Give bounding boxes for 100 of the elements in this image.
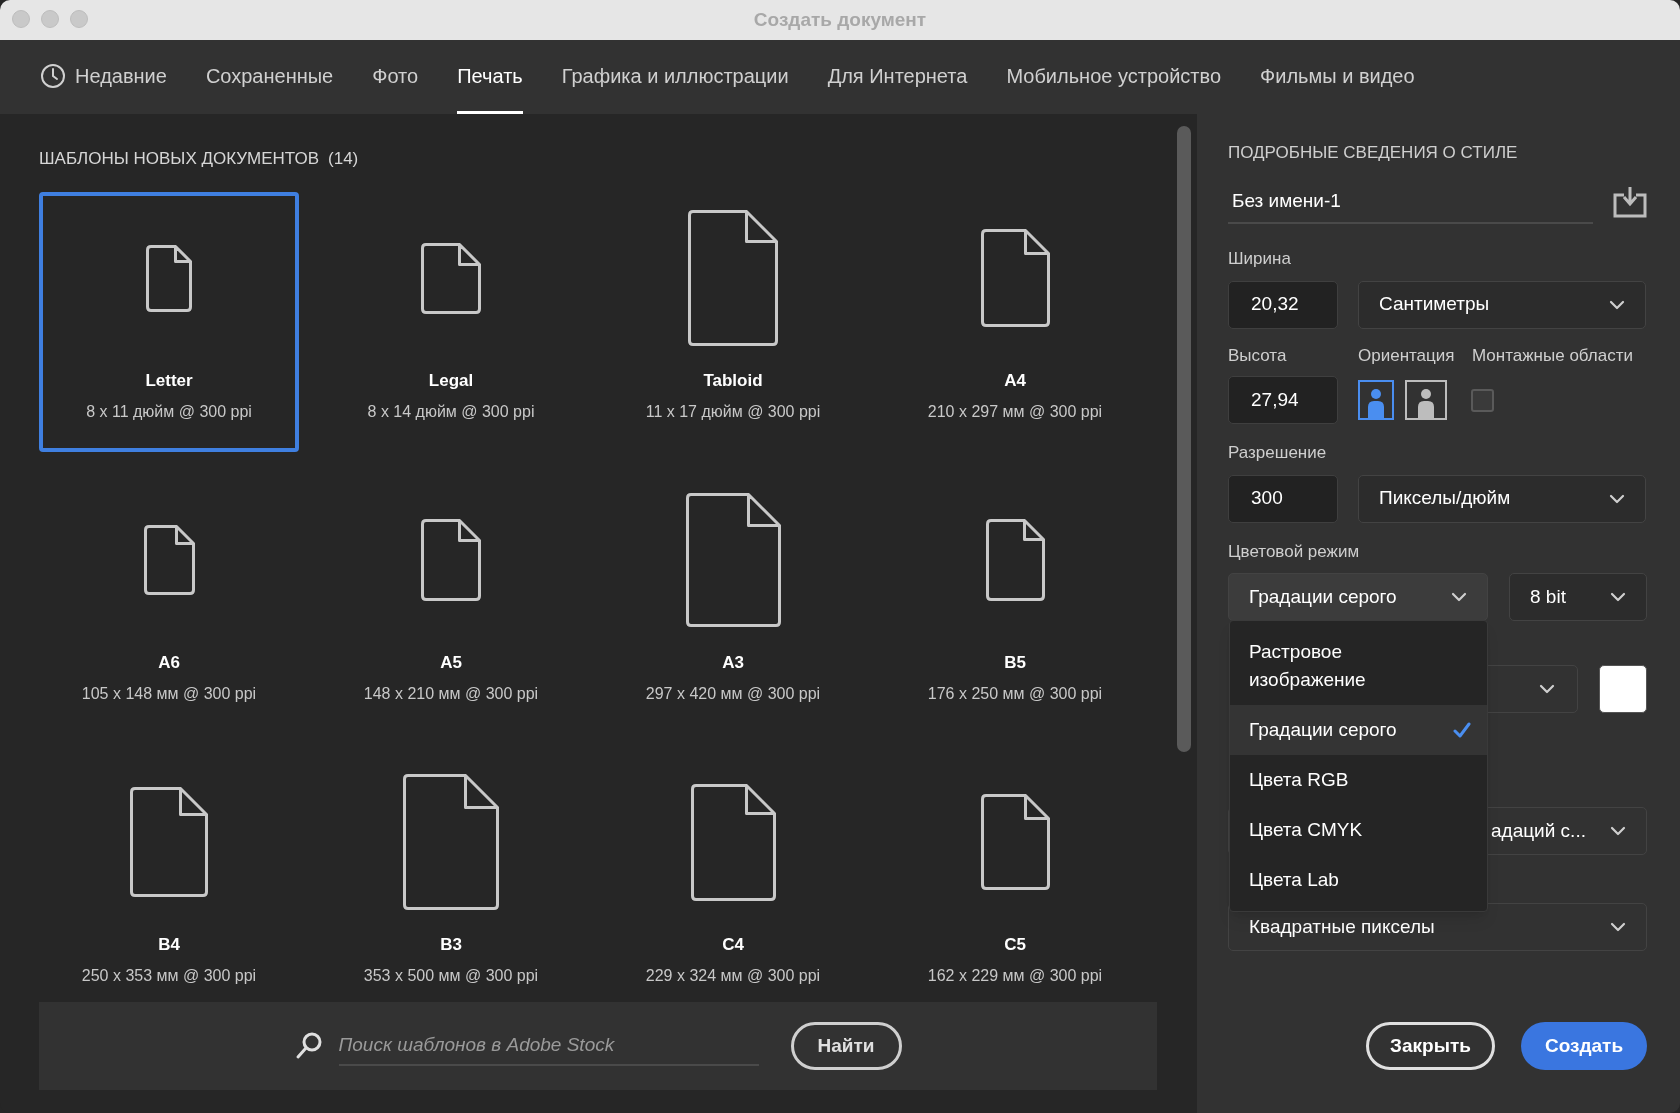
template-name: C5 xyxy=(1004,934,1026,956)
save-preset-icon[interactable] xyxy=(1613,186,1647,218)
landscape-button[interactable] xyxy=(1405,380,1447,420)
document-icon xyxy=(421,242,481,314)
chevron-icon xyxy=(1609,493,1625,504)
menu-item[interactable]: Цвета CMYK xyxy=(1230,805,1487,855)
close-button[interactable]: Закрыть xyxy=(1366,1022,1495,1070)
menu-item[interactable]: Растровое изображение xyxy=(1230,627,1487,705)
template-name: C4 xyxy=(722,934,744,956)
template-size: 8 x 11 дюйм @ 300 ppi xyxy=(86,401,252,422)
template-card[interactable]: C5 162 x 229 мм @ 300 ppi xyxy=(885,756,1145,992)
template-card[interactable]: A3 297 x 420 мм @ 300 ppi xyxy=(603,474,863,734)
document-icon xyxy=(421,519,481,601)
template-card[interactable]: Letter 8 x 11 дюйм @ 300 ppi xyxy=(39,192,299,452)
document-icon xyxy=(980,229,1050,327)
tab[interactable]: Сохраненные xyxy=(205,40,334,114)
menu-item[interactable]: Цвета Lab xyxy=(1230,855,1487,905)
template-name: Tabloid xyxy=(703,370,763,392)
template-card[interactable]: Tabloid 11 x 17 дюйм @ 300 ppi xyxy=(603,192,863,452)
bit-depth-dropdown[interactable]: 8 bit xyxy=(1509,573,1647,621)
section-heading: ШАБЛОНЫ НОВЫХ ДОКУМЕНТОВ xyxy=(39,148,320,171)
template-name: B5 xyxy=(1004,652,1026,674)
template-name: A6 xyxy=(158,652,180,674)
create-button[interactable]: Создать xyxy=(1521,1022,1647,1070)
panel-heading: ПОДРОБНЫЕ СВЕДЕНИЯ О СТИЛЕ xyxy=(1228,142,1519,164)
template-size: 353 x 500 мм @ 300 ppi xyxy=(363,965,539,986)
color-mode-dropdown[interactable]: Градации серого xyxy=(1228,573,1488,621)
menu-item[interactable]: Цвета RGB xyxy=(1230,755,1487,805)
template-card[interactable]: B5 176 x 250 мм @ 300 ppi xyxy=(885,474,1145,734)
template-count: (14) xyxy=(328,148,359,171)
value-field[interactable]: 300 xyxy=(1228,474,1338,523)
document-icon xyxy=(685,493,781,627)
menu-item[interactable]: Градации серого xyxy=(1230,705,1487,755)
chevron-icon xyxy=(1610,826,1626,836)
template-name: A5 xyxy=(440,652,462,674)
field-label: Цветовой режим xyxy=(1228,540,1361,563)
tab[interactable]: Для Интернета xyxy=(827,40,968,114)
field-label: Монтажные области xyxy=(1472,344,1633,367)
dropdown[interactable]: Сантиметры xyxy=(1358,280,1646,329)
tab[interactable]: Мобильное устройство xyxy=(1006,40,1221,114)
tab[interactable]: Графика и иллюстрации xyxy=(561,40,789,114)
template-size: 105 x 148 мм @ 300 ppi xyxy=(81,683,257,704)
field-label: Ширина xyxy=(1228,248,1292,270)
template-name: B4 xyxy=(158,934,180,956)
dropdown[interactable]: Пикселы/дюйм xyxy=(1358,474,1646,523)
field-label: Ориентация xyxy=(1358,344,1456,367)
template-name: A3 xyxy=(722,652,744,674)
template-size: 210 x 297 мм @ 300 ppi xyxy=(927,401,1103,422)
document-icon xyxy=(985,519,1045,601)
document-icon xyxy=(688,210,778,346)
document-icon xyxy=(143,525,195,595)
document-name-field[interactable]: Без имени-1 xyxy=(1228,180,1593,224)
person-icon xyxy=(1365,386,1387,418)
chevron-icon xyxy=(1610,592,1626,602)
chevron-icon xyxy=(1609,299,1625,310)
template-size: 8 x 14 дюйм @ 300 ppi xyxy=(367,401,535,422)
template-size: 229 x 324 мм @ 300 ppi xyxy=(645,965,821,986)
template-card[interactable]: Legal 8 x 14 дюйм @ 300 ppi xyxy=(321,192,581,452)
template-name: A4 xyxy=(1004,370,1026,392)
window-control-button[interactable] xyxy=(41,10,59,28)
template-card[interactable]: A5 148 x 210 мм @ 300 ppi xyxy=(321,474,581,734)
scrollbar-thumb[interactable] xyxy=(1177,126,1191,752)
template-card[interactable]: C4 229 x 324 мм @ 300 ppi xyxy=(603,756,863,992)
person-icon xyxy=(1415,386,1437,418)
window-control-button[interactable] xyxy=(12,10,30,28)
clock-icon xyxy=(40,62,66,89)
chevron-icon xyxy=(1610,922,1626,932)
document-icon xyxy=(690,783,776,901)
chevron-icon xyxy=(1539,684,1555,694)
find-button[interactable]: Найти xyxy=(790,1022,902,1070)
value-field[interactable]: 20,32 xyxy=(1228,280,1338,329)
search-field[interactable]: Поиск шаблонов в Adobe Stock xyxy=(338,1026,759,1066)
background-color-swatch[interactable] xyxy=(1599,665,1647,713)
document-icon xyxy=(146,244,192,312)
checkmark-icon xyxy=(1453,722,1471,738)
chevron-icon xyxy=(1451,592,1467,602)
template-size: 11 x 17 дюйм @ 300 ppi xyxy=(645,401,821,422)
value-field[interactable]: 27,94 xyxy=(1228,376,1338,424)
window-control-button[interactable] xyxy=(70,10,88,28)
document-icon xyxy=(130,787,208,897)
tab[interactable]: Недавние xyxy=(40,40,167,114)
window-title: Создать документ xyxy=(753,7,927,32)
template-card[interactable]: A6 105 x 148 мм @ 300 ppi xyxy=(39,474,299,734)
artboards-checkbox[interactable] xyxy=(1471,388,1494,412)
template-size: 148 x 210 мм @ 300 ppi xyxy=(363,683,539,704)
field-label: Разрешение xyxy=(1228,442,1328,464)
template-name: Legal xyxy=(428,370,474,392)
template-size: 176 x 250 мм @ 300 ppi xyxy=(927,683,1103,704)
document-icon xyxy=(980,794,1050,890)
tab[interactable]: Печать xyxy=(457,40,523,114)
template-card[interactable]: A4 210 x 297 мм @ 300 ppi xyxy=(885,192,1145,452)
template-name: Letter xyxy=(145,370,193,392)
tab[interactable]: Фильмы и видео xyxy=(1260,40,1415,114)
template-size: 250 x 353 мм @ 300 ppi xyxy=(81,965,257,986)
portrait-button[interactable] xyxy=(1358,380,1394,420)
template-card[interactable]: B4 250 x 353 мм @ 300 ppi xyxy=(39,756,299,992)
tab[interactable]: Фото xyxy=(372,40,419,114)
document-icon xyxy=(403,774,499,910)
template-card[interactable]: B3 353 x 500 мм @ 300 ppi xyxy=(321,756,581,992)
template-name: B3 xyxy=(440,934,462,956)
